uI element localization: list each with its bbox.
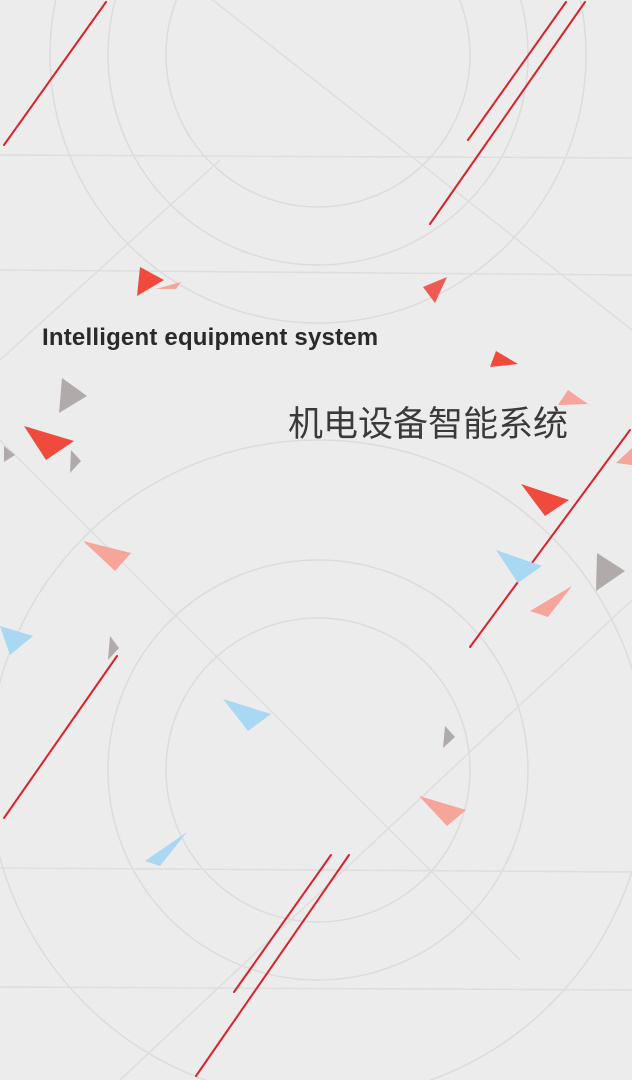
triangle-gray	[70, 450, 81, 473]
red-accent-lines	[3, 1, 631, 1077]
guide-circle	[165, 617, 471, 923]
red-line	[233, 854, 332, 993]
triangle-blue	[145, 832, 187, 866]
chinese-headline: 机电设备智能系统	[287, 405, 568, 445]
english-headline: Intelligent equipment system	[42, 324, 379, 351]
guide-line	[0, 154, 632, 159]
triangle-blue	[0, 626, 33, 655]
triangle-gray	[59, 378, 87, 413]
guide-line	[0, 439, 521, 961]
triangle-pink	[530, 586, 572, 617]
triangle-gray	[443, 726, 455, 748]
guide-line	[211, 0, 632, 331]
triangle-particles	[0, 267, 632, 866]
decorative-background	[0, 0, 632, 1080]
red-line	[195, 854, 350, 1077]
triangle-gray	[596, 553, 625, 591]
guide-circles	[0, 0, 632, 1080]
guide-line	[119, 599, 632, 1080]
triangle-pink	[83, 541, 131, 571]
triangle-pink	[419, 796, 466, 826]
guide-circle	[107, 0, 529, 266]
red-line	[3, 1, 107, 146]
guide-lines	[0, 0, 632, 1080]
guide-circle	[165, 0, 471, 208]
triangle-red	[521, 484, 569, 516]
triangle-pink	[616, 448, 632, 465]
guide-line	[0, 986, 632, 991]
triangle-red	[490, 351, 518, 367]
guide-circle	[107, 559, 529, 981]
triangle-blue	[496, 550, 542, 583]
red-line	[429, 1, 586, 225]
guide-line	[0, 867, 632, 873]
red-line	[3, 655, 118, 819]
triangle-red	[24, 426, 74, 460]
triangle-red	[423, 277, 447, 303]
guide-circle	[0, 439, 632, 1080]
red-line	[469, 429, 631, 648]
triangle-gray	[4, 446, 15, 462]
red-line	[467, 1, 567, 141]
